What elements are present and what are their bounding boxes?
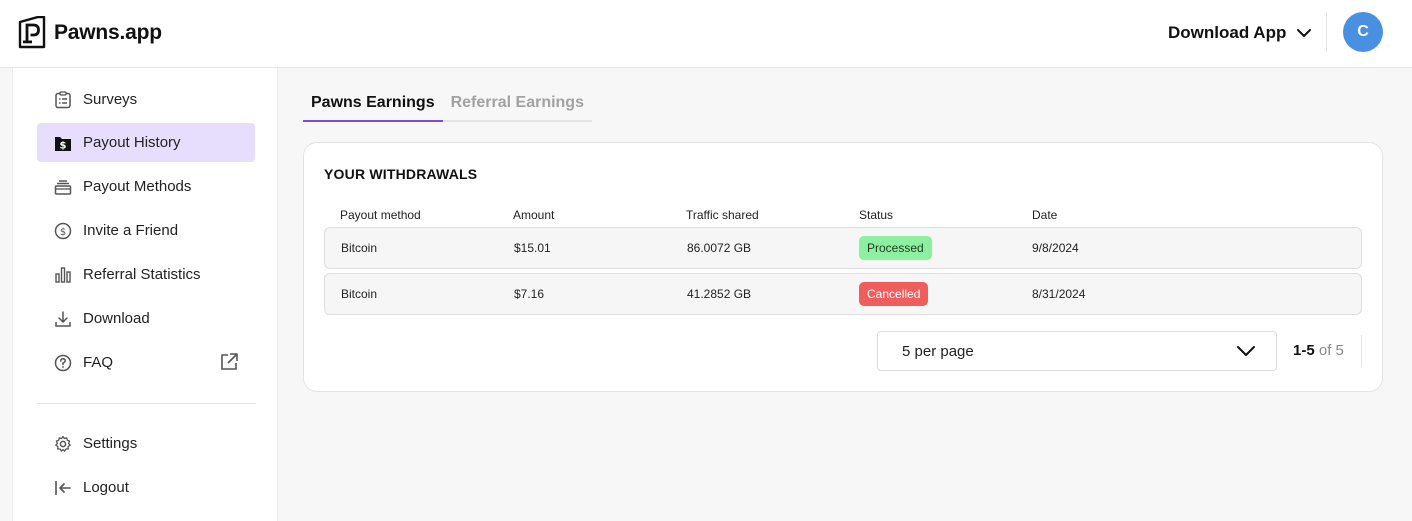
- table-row: Bitcoin $7.16 41.2852 GB Cancelled 8/31/…: [324, 273, 1362, 315]
- status-badge: Cancelled: [859, 282, 929, 306]
- dollar-circle-icon: $: [53, 221, 73, 241]
- download-app-label: Download App: [1168, 23, 1287, 42]
- sidebar-item-label: FAQ: [83, 354, 114, 371]
- sidebar-item-faq[interactable]: FAQ: [37, 343, 255, 382]
- cell-payout-method: Bitcoin: [341, 241, 378, 255]
- per-page-select[interactable]: 5 per page: [877, 331, 1277, 371]
- pawns-logo-icon: [18, 16, 46, 49]
- sidebar-item-label: Logout: [83, 479, 129, 496]
- column-header-date: Date: [1032, 208, 1058, 222]
- svg-text:$: $: [60, 141, 67, 152]
- sidebar-item-download[interactable]: Download: [37, 299, 255, 338]
- pagination-info: 1-5 of 5: [1293, 342, 1344, 359]
- sidebar-item-label: Settings: [83, 435, 138, 452]
- sidebar-item-label: Referral Statistics: [83, 266, 201, 283]
- external-link-icon[interactable]: [219, 352, 239, 372]
- clipboard-list-icon: [53, 90, 73, 110]
- column-header-traffic-shared: Traffic shared: [686, 208, 759, 222]
- cell-amount: $7.16: [514, 287, 545, 301]
- column-header-amount: Amount: [513, 208, 555, 222]
- table-row: Bitcoin $15.01 86.0072 GB Processed 9/8/…: [324, 227, 1362, 269]
- pagination-total: of 5: [1318, 342, 1344, 359]
- chevron-down-icon: [1237, 346, 1255, 356]
- sidebar-item-payout-methods[interactable]: Payout Methods: [37, 167, 255, 206]
- question-circle-icon: [53, 353, 73, 373]
- sidebar-item-label: Invite a Friend: [83, 222, 179, 239]
- cell-traffic-shared: 41.2852 GB: [687, 287, 752, 301]
- brand-logo[interactable]: Pawns.app: [18, 16, 162, 49]
- sidebar-divider: [37, 403, 256, 404]
- sidebar-item-referral-statistics[interactable]: Referral Statistics: [37, 255, 255, 294]
- sidebar-item-label: Payout Methods: [83, 178, 192, 195]
- top-header: Pawns.app Download App C: [0, 0, 1412, 68]
- sidebar: Surveys $ Payout History Payout Methods …: [12, 68, 278, 521]
- sidebar-item-label: Download: [83, 310, 150, 327]
- withdrawals-card: YOUR WITHDRAWALS Payout method Amount Tr…: [303, 142, 1383, 392]
- download-app-menu[interactable]: Download App: [1168, 20, 1312, 46]
- header-divider: [1326, 12, 1327, 52]
- sidebar-item-surveys[interactable]: Surveys: [37, 80, 255, 119]
- gear-icon: [53, 434, 73, 454]
- cell-amount: $15.01: [514, 241, 551, 255]
- brand-name: Pawns.app: [54, 20, 162, 44]
- cell-payout-method: Bitcoin: [341, 287, 378, 301]
- sidebar-item-label: Surveys: [83, 91, 138, 108]
- sidebar-item-logout[interactable]: Logout: [37, 468, 255, 507]
- sidebar-item-invite-a-friend[interactable]: $ Invite a Friend: [37, 211, 255, 250]
- pagination-divider: [1361, 335, 1362, 367]
- avatar[interactable]: C: [1343, 12, 1383, 52]
- tab-referral-earnings[interactable]: Referral Earnings: [442, 88, 592, 122]
- column-header-status: Status: [859, 208, 894, 222]
- cell-date: 8/31/2024: [1032, 287, 1086, 301]
- chevron-down-icon: [1297, 29, 1312, 37]
- earnings-tabs: Pawns Earnings Referral Earnings: [303, 88, 592, 122]
- per-page-value: 5 per page: [902, 343, 974, 360]
- bar-chart-icon: [53, 265, 73, 285]
- withdrawals-title: YOUR WITHDRAWALS: [324, 166, 478, 182]
- cell-traffic-shared: 86.0072 GB: [687, 241, 752, 255]
- column-header-payout-method: Payout method: [340, 208, 421, 222]
- dollar-folder-icon: $: [53, 133, 73, 153]
- status-badge: Processed: [859, 236, 932, 260]
- sidebar-item-payout-history[interactable]: $ Payout History: [37, 123, 255, 162]
- sidebar-item-label: Payout History: [83, 134, 181, 151]
- sidebar-item-settings[interactable]: Settings: [37, 424, 255, 463]
- tab-pawns-earnings[interactable]: Pawns Earnings: [303, 88, 443, 122]
- cash-stack-icon: [53, 177, 73, 197]
- logout-icon: [53, 478, 73, 498]
- cell-date: 9/8/2024: [1032, 241, 1079, 255]
- download-icon: [53, 309, 73, 329]
- svg-text:$: $: [60, 227, 66, 238]
- pagination-range: 1-5: [1293, 342, 1315, 359]
